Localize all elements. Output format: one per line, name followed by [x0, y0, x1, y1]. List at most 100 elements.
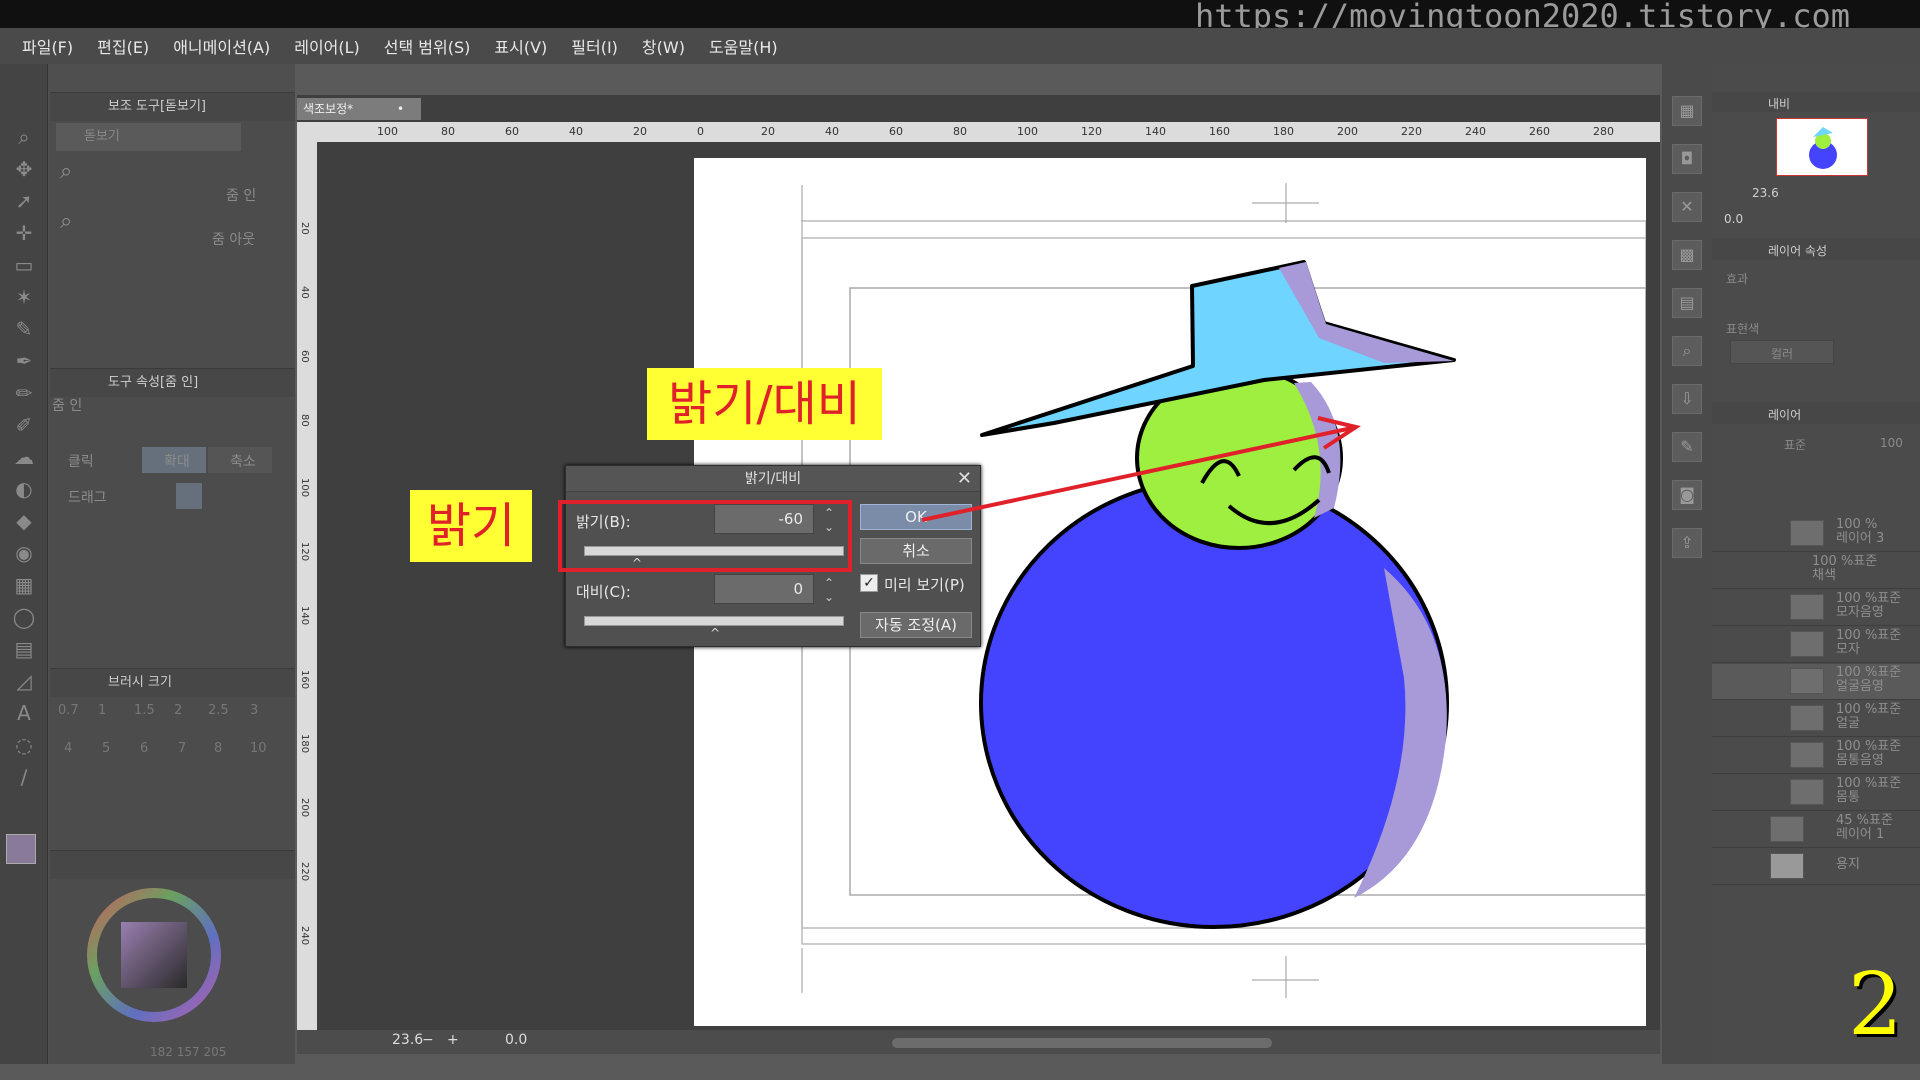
shrink-option[interactable]: 축소 — [208, 447, 272, 473]
right-icon-strip: ▦ ◘ ✕ ▩ ▤ ⌕ ⇩ ✎ ◙ ⇪ — [1662, 64, 1712, 1064]
ok-button[interactable]: OK — [860, 504, 972, 530]
brush-size-2[interactable]: 1.5 — [134, 703, 155, 718]
brush-size-3[interactable]: 2 — [174, 703, 182, 718]
menu-view[interactable]: 표시(V) — [494, 34, 547, 58]
snapshot-icon[interactable]: ◙ — [1672, 480, 1702, 510]
layer-row[interactable]: 100 %표준 모자음영 — [1712, 590, 1920, 626]
zoom-tool-icon[interactable]: ⌕ — [11, 124, 37, 150]
layer-row[interactable]: 45 %표준 레이어 1 — [1712, 812, 1920, 848]
balloon-tool-icon[interactable]: ◌ — [11, 732, 37, 758]
main-color-swatch[interactable] — [6, 834, 36, 864]
auto-adjust-button[interactable]: 자동 조정(A) — [860, 612, 972, 638]
pen-tool-icon[interactable]: ✒ — [11, 348, 37, 374]
blend-mode-select[interactable]: 표준 — [1784, 436, 1806, 453]
color-wheel[interactable] — [84, 885, 224, 1025]
operation-tool-icon[interactable]: ➚ — [11, 188, 37, 214]
fill-tool-icon[interactable]: ◉ — [11, 540, 37, 566]
navigator-angle[interactable]: 0.0 — [1724, 212, 1743, 226]
brush-size-0[interactable]: 0.7 — [58, 703, 79, 718]
ruler-vertical: 20 40 60 80 100 120 140 160 180 200 220 240 — [297, 142, 317, 1032]
menu-help[interactable]: 도움말(H) — [709, 34, 778, 58]
move-layer-tool-icon[interactable]: ✛ — [11, 220, 37, 246]
contrast-input[interactable]: 0 — [714, 574, 814, 604]
frame-tool-icon[interactable]: ▤ — [11, 636, 37, 662]
camera-icon[interactable]: ◘ — [1672, 144, 1702, 174]
zoom-in-button[interactable]: + — [447, 1032, 459, 1048]
import-icon[interactable]: ⇩ — [1672, 384, 1702, 414]
pencil-tool-icon[interactable]: ✏ — [11, 380, 37, 406]
contrast-slider-thumb[interactable]: ^ — [710, 626, 720, 640]
layer-row[interactable]: 100 %표준 채색 — [1712, 553, 1920, 589]
zoom-readout[interactable]: 23.6 — [392, 1032, 423, 1048]
auto-select-tool-icon[interactable]: ✶ — [11, 284, 37, 310]
brush-size-8[interactable]: 6 — [140, 741, 148, 756]
brush-size-6[interactable]: 4 — [64, 741, 72, 756]
blend-tool-icon[interactable]: ◐ — [11, 476, 37, 502]
layer-row-paper[interactable]: 용지 — [1712, 849, 1920, 885]
cancel-button[interactable]: 취소 — [860, 538, 972, 564]
layer-row[interactable]: 100 %표준 모자 — [1712, 627, 1920, 663]
edit-icon[interactable]: ✎ — [1672, 432, 1702, 462]
ruler-tick-label: 140 — [1145, 125, 1166, 138]
menu-selection[interactable]: 선택 범위(S) — [384, 34, 471, 58]
zoom-in-label[interactable]: 줌 인 — [226, 185, 256, 205]
close-icon[interactable]: ✕ — [957, 468, 972, 489]
layer-row[interactable]: 100 %표준 얼굴 — [1712, 701, 1920, 737]
expr-color-select[interactable]: 컬러 — [1730, 340, 1834, 364]
material-icon[interactable]: ▦ — [1672, 96, 1702, 126]
text-tool-icon[interactable]: A — [11, 700, 37, 726]
ruler-tick-label: 220 — [1401, 125, 1422, 138]
menu-file[interactable]: 파일(F) — [22, 34, 73, 58]
zoom-out-button[interactable]: − — [422, 1032, 434, 1048]
menu-edit[interactable]: 편집(E) — [97, 34, 149, 58]
layer-row[interactable]: 100 %표준 몸통음영 — [1712, 738, 1920, 774]
figure-tool-icon[interactable]: ◯ — [11, 604, 37, 630]
angle-readout[interactable]: 0.0 — [505, 1032, 527, 1048]
navigator-zoom[interactable]: 23.6 — [1752, 186, 1779, 200]
ruler-tool-icon[interactable]: ◿ — [11, 668, 37, 694]
brush-size-7[interactable]: 5 — [102, 741, 110, 756]
eyedropper-tool-icon[interactable]: ✎ — [11, 316, 37, 342]
expr-color-label: 표현색 — [1726, 322, 1760, 336]
brush-size-11[interactable]: 10 — [250, 741, 267, 756]
correct-line-tool-icon[interactable]: ∕ — [11, 764, 37, 790]
layer-row[interactable]: 100 %표준 몸통 — [1712, 775, 1920, 811]
airbrush-tool-icon[interactable]: ☁ — [11, 444, 37, 470]
dialog-title: 밝기/대비 — [566, 466, 980, 492]
horizontal-scrollbar[interactable] — [892, 1038, 1272, 1048]
move-tool-icon[interactable]: ✥ — [11, 156, 37, 182]
export-icon[interactable]: ⇪ — [1672, 528, 1702, 558]
layer-row-selected[interactable]: 100 %표준 얼굴음영 — [1712, 664, 1920, 700]
gradient-tool-icon[interactable]: ▦ — [11, 572, 37, 598]
search-layer-icon[interactable]: ⌕ — [1672, 336, 1702, 366]
enlarge-option[interactable]: 확대 — [142, 447, 206, 473]
menu-window[interactable]: 창(W) — [642, 34, 685, 58]
opacity-value[interactable]: 100 — [1880, 436, 1903, 450]
menu-layer[interactable]: 레이어(L) — [294, 34, 360, 58]
menu-filter[interactable]: 필터(I) — [571, 34, 618, 58]
preview-checkbox[interactable]: ✓ 미리 보기(P) — [860, 572, 980, 596]
sub-tool-item-zoom[interactable]: 돋보기 — [56, 123, 241, 151]
menu-animation[interactable]: 애니메이션(A) — [173, 34, 270, 58]
contrast-slider[interactable] — [584, 616, 844, 626]
brush-size-4[interactable]: 2.5 — [208, 703, 229, 718]
palette-icon[interactable]: ▩ — [1672, 240, 1702, 270]
brush-size-5[interactable]: 3 — [250, 703, 258, 718]
brush-size-10[interactable]: 8 — [214, 741, 222, 756]
navigator-preview[interactable] — [1776, 118, 1868, 176]
layer-row[interactable]: 100 % 레이어 3 — [1712, 516, 1920, 552]
eraser-tool-icon[interactable]: ◆ — [11, 508, 37, 534]
zoom-out-label[interactable]: 줌 아웃 — [212, 229, 255, 249]
ruler-tick-label: 260 — [1529, 125, 1550, 138]
selection-tool-icon[interactable]: ▭ — [11, 252, 37, 278]
history-icon[interactable]: ▤ — [1672, 288, 1702, 318]
brush-size-9[interactable]: 7 — [178, 741, 186, 756]
brush-size-1[interactable]: 1 — [98, 703, 106, 718]
drag-option-zoom[interactable] — [176, 483, 202, 509]
document-tab[interactable]: 색조보정* • — [297, 98, 421, 120]
checkmark-icon: ✓ — [860, 574, 878, 592]
delete-icon[interactable]: ✕ — [1672, 192, 1702, 222]
contrast-spinner-icon[interactable]: ⌃ ⌄ — [824, 576, 834, 604]
brush-tool-icon[interactable]: ✐ — [11, 412, 37, 438]
ruler-tick-label: 100 — [299, 478, 310, 498]
